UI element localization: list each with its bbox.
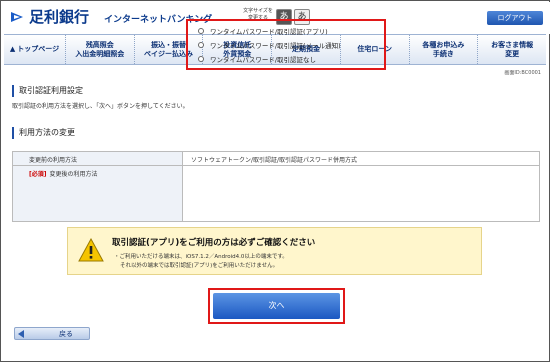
bank-name: 足利銀行 (29, 8, 90, 26)
page-title: 取引認証利用設定 (12, 85, 83, 97)
notice-line: ・ご利用いただける端末は、iOS7.1.2／Android4.0以上の端末です。 (114, 254, 288, 260)
row-header: 変更前の利用方法 (13, 152, 183, 165)
notice-box: 取引認証(アプリ)をご利用の方は必ずご確認ください ・ご利用いただける端末は、i… (67, 227, 482, 275)
radio-option-app[interactable]: ワンタイムパスワード/取引認証(アプリ) (198, 26, 328, 36)
radio-option-none[interactable]: ワンタイムパスワード/取引認証なし (198, 54, 316, 64)
section-title: 利用方法の変更 (12, 127, 75, 139)
settings-table: 変更前の利用方法 ソフトウェアトークン/取引認証/取引認証パスワード併用方式 [… (12, 151, 540, 222)
radio-label: ワンタイムパスワード/取引認証(メール通知) (210, 42, 341, 50)
notice-title: 取引認証(アプリ)をご利用の方は必ずご確認ください (112, 238, 316, 248)
bank-logo-icon (9, 9, 25, 25)
radio-button[interactable] (198, 56, 204, 62)
warning-icon (78, 238, 104, 262)
method-radio-group: ワンタイムパスワード/取引認証(アプリ) ワンタイムパスワード/取引認証(メール… (186, 19, 386, 70)
radio-button[interactable] (198, 28, 204, 34)
radio-label: ワンタイムパスワード/取引認証なし (210, 56, 317, 64)
nav-item-balance[interactable]: 残高照会 入出金明細照会 (66, 35, 135, 64)
nav-item-applications[interactable]: 各種お申込み 手続き (410, 35, 479, 64)
nav-item-label: トップページ (17, 45, 60, 53)
radio-label: ワンタイムパスワード/取引認証(アプリ) (210, 28, 328, 36)
back-button-label: 戻る (59, 330, 73, 338)
nav-item-top[interactable]: ▲ トップページ (4, 35, 66, 64)
browser-frame: 足利銀行 インターネットバンキング 文字サイズを変更する あ あ ログアウト ▲… (0, 0, 550, 362)
page-description: 取引認証の利用方法を選択し、「次へ」ボタンを押してください。 (12, 103, 189, 110)
radio-button[interactable] (198, 42, 204, 48)
current-method-label: 変更前の利用方法 (29, 157, 78, 164)
logout-button[interactable]: ログアウト (487, 11, 543, 25)
back-button[interactable]: 戻る (14, 327, 90, 340)
new-method-label: 変更後の利用方法 (49, 171, 98, 178)
notice-line: それ以外の端末では取引認証(アプリ)をご利用いただけません。 (120, 263, 279, 269)
table-row: 変更前の利用方法 ソフトウェアトークン/取引認証/取引認証パスワード併用方式 (13, 152, 539, 166)
row-header: [必須] 変更後の利用方法 (13, 166, 183, 221)
nav-item-customer-info[interactable]: お客さま情報 変更 (478, 35, 546, 64)
current-method-value: ソフトウェアトークン/取引認証/取引認証パスワード併用方式 (191, 157, 358, 164)
radio-option-mail[interactable]: ワンタイムパスワード/取引認証(メール通知) (198, 40, 341, 50)
table-row: [必須] 変更後の利用方法 (13, 166, 539, 221)
home-icon: ▲ (9, 45, 16, 53)
next-button[interactable]: 次へ (213, 293, 340, 319)
screen-id: 画面ID:BC0001 (504, 70, 541, 76)
back-arrow-icon (18, 330, 24, 338)
required-badge: [必須] (29, 171, 47, 178)
